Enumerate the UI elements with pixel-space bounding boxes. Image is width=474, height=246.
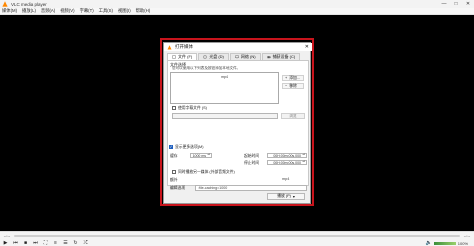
file-list-item[interactable]: mp4	[171, 75, 278, 79]
remove-button[interactable]: − 移除	[282, 83, 304, 89]
chevron-down-icon[interactable]: ▾	[293, 194, 295, 199]
sync-play-label: 同时播放另一媒体 (外部音频文件)	[178, 170, 235, 174]
menu-subtitle[interactable]: 字幕(T)	[80, 8, 94, 14]
sync-play-checkbox[interactable]	[172, 170, 176, 174]
minus-icon: −	[285, 84, 288, 88]
playlist-icon[interactable]: ☰	[62, 239, 69, 246]
shuffle-icon[interactable]: ⤮	[82, 239, 89, 246]
start-time-label: 起始时间	[244, 154, 260, 158]
dialog-tabs: 文件 (F) 光盘 (D) 网络 (N) 捕获设备 (C)	[167, 53, 301, 60]
menu-bar: 媒体(M) 播放(L) 音频(A) 视频(V) 字幕(T) 工具(S) 视图(I…	[0, 8, 474, 15]
network-icon	[235, 55, 239, 59]
file-list[interactable]: mp4	[170, 72, 279, 104]
minimize-button[interactable]: —	[438, 0, 450, 8]
extended-settings-icon[interactable]: ≡	[52, 239, 59, 246]
tab-network[interactable]: 网络 (N)	[229, 53, 261, 60]
open-media-dialog: 打开媒体 ✕ 文件 (F) 光盘 (D) 网络 (N) 捕获设备 (C) 文件选…	[163, 42, 312, 204]
time-elapsed: --:--	[3, 233, 11, 238]
show-more-options-checkbox[interactable]	[169, 144, 173, 149]
subtitle-checkbox[interactable]	[172, 106, 176, 110]
menu-help[interactable]: 帮助(H)	[136, 8, 151, 14]
stop-icon[interactable]: ■	[22, 239, 29, 246]
menu-audio[interactable]: 音频(A)	[41, 8, 55, 14]
seek-row: --:-- --:--	[0, 233, 474, 238]
disc-icon	[203, 55, 208, 59]
close-window-button[interactable]: ✕	[462, 0, 474, 8]
playback-controls: --:-- --:-- ▶ ⏮ ■ ⏭ ⛶ ≡ ☰ ↻ ⤮ 🔈 100%	[0, 231, 474, 246]
add-button-label: 添加...	[289, 75, 300, 80]
window-title: VLC media player	[11, 1, 47, 7]
stop-time-spinbox[interactable]: 00H:00m:00s.000	[267, 160, 307, 165]
volume-percent: 100%	[457, 240, 468, 246]
remove-button-label: 移除	[289, 83, 297, 88]
menu-video[interactable]: 视频(V)	[60, 8, 74, 14]
menu-playback[interactable]: 播放(L)	[22, 8, 36, 14]
vlc-cone-icon	[167, 44, 172, 49]
tab-capture[interactable]: 捕获设备 (C)	[261, 53, 301, 60]
speaker-icon[interactable]: 🔈	[426, 240, 432, 246]
show-more-options-label: 显示更多选项(M)	[175, 145, 204, 149]
subtitle-path-input[interactable]	[172, 113, 278, 119]
browse-button[interactable]: 浏览	[281, 113, 305, 119]
caching-spinbox[interactable]: 1000 ms	[190, 153, 212, 158]
tab-file[interactable]: 文件 (F)	[167, 53, 198, 60]
play-button-label: 播放 (P)	[277, 194, 291, 198]
menu-view[interactable]: 视图(I)	[118, 8, 131, 14]
dialog-title-bar: 打开媒体 ✕	[164, 43, 312, 51]
dialog-title: 打开媒体	[175, 44, 193, 49]
maximize-button[interactable]: □	[450, 0, 462, 8]
next-icon[interactable]: ⏭	[32, 239, 39, 246]
seek-bar[interactable]	[14, 234, 460, 237]
volume-slider[interactable]	[433, 241, 456, 245]
subtitle-checkbox-label: 使用字幕文件 (S)	[178, 106, 207, 110]
add-button[interactable]: + 添加...	[282, 75, 304, 81]
plus-icon: +	[285, 76, 288, 80]
control-buttons: ▶ ⏮ ■ ⏭ ⛶ ≡ ☰ ↻ ⤮	[2, 239, 89, 246]
edit-options-label: 编辑选项	[170, 186, 186, 190]
time-total: --:--	[463, 233, 471, 238]
volume-control: 🔈 100%	[426, 240, 468, 246]
play-button[interactable]: 播放 (P) ▾	[267, 193, 305, 200]
capture-icon	[266, 56, 271, 59]
title-bar: VLC media player — □ ✕	[0, 0, 474, 8]
loop-icon[interactable]: ↻	[72, 239, 79, 246]
file-group-hint: 您可以使用以下列表及按钮添加本地文件。	[172, 66, 241, 70]
vlc-logo-icon	[2, 1, 8, 7]
close-icon[interactable]: ✕	[305, 44, 309, 50]
menu-media[interactable]: 媒体(M)	[2, 8, 17, 14]
previous-icon[interactable]: ⏮	[12, 239, 19, 246]
stop-time-label: 停止时间	[244, 161, 260, 165]
edit-options-input[interactable]: :file-caching=1000	[195, 185, 307, 191]
play-icon[interactable]: ▶	[2, 239, 9, 246]
caching-label: 缓存	[170, 154, 178, 158]
extra-label: 额外	[170, 178, 178, 182]
file-icon	[172, 55, 176, 59]
extra-value: mp4	[282, 177, 290, 181]
start-time-spinbox[interactable]: 00H:00m:00s.000	[267, 153, 307, 158]
tab-disc[interactable]: 光盘 (D)	[198, 53, 229, 60]
menu-tools[interactable]: 工具(S)	[99, 8, 113, 14]
fullscreen-icon[interactable]: ⛶	[42, 239, 49, 246]
